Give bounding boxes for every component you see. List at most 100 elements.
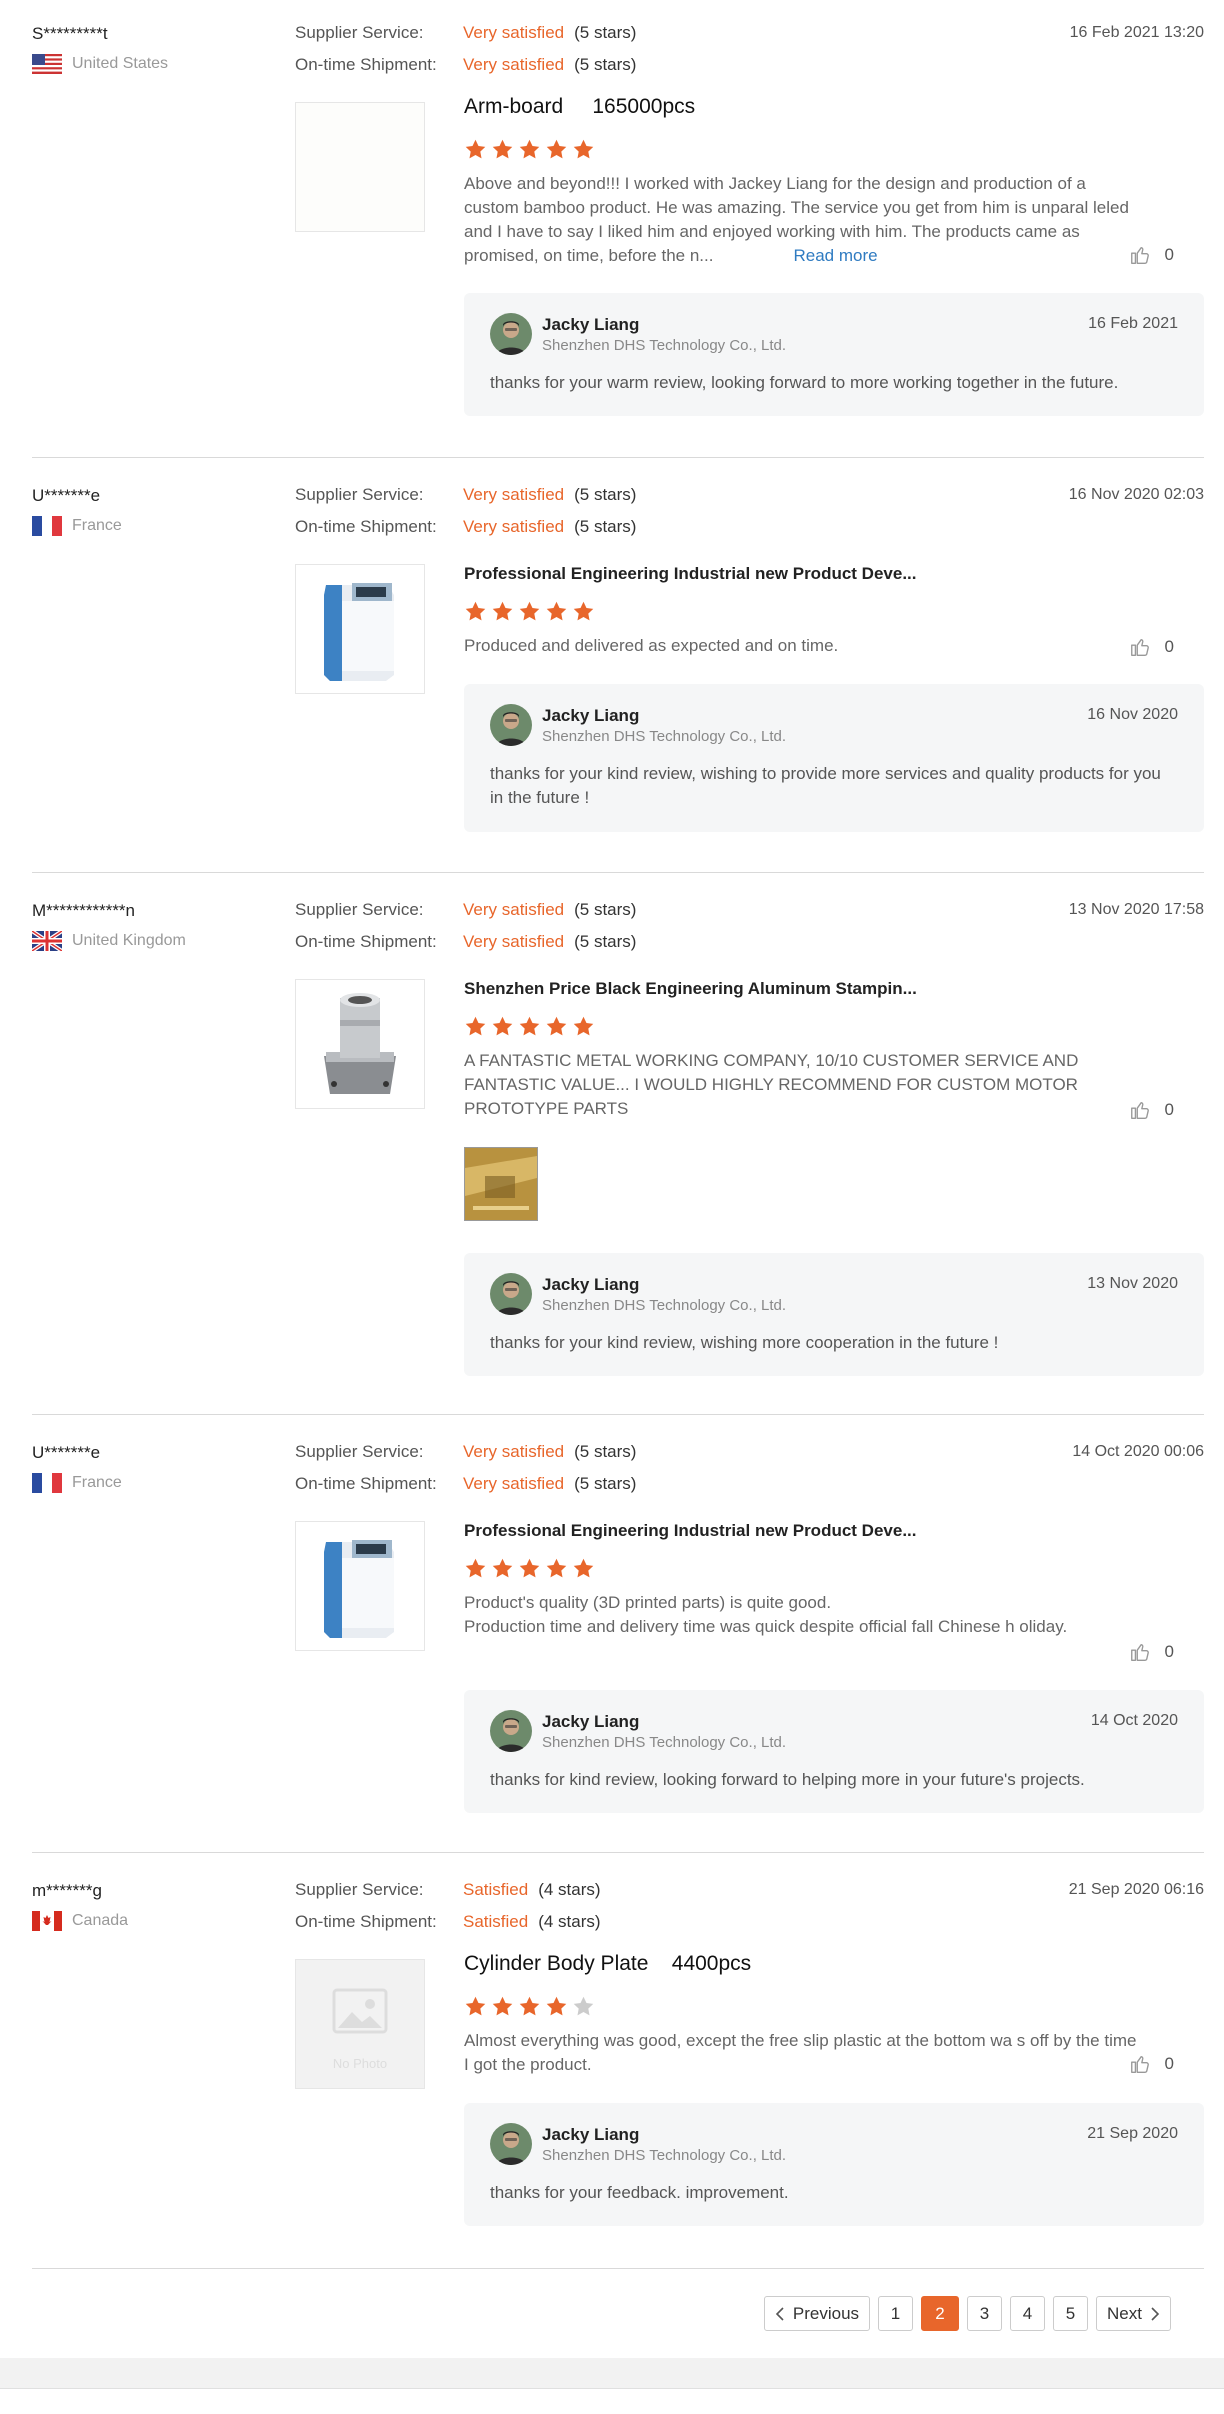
reply-author: Jacky Liang bbox=[542, 315, 640, 334]
page-button-5[interactable]: 5 bbox=[1053, 2296, 1089, 2331]
star-filled-icon bbox=[545, 1015, 568, 1038]
reply-date: 21 Sep 2020 bbox=[1087, 2125, 1178, 2142]
shipment-row: On-time Shipment: Very satisfied (5 star… bbox=[295, 55, 636, 75]
supplier-service-value: Very satisfied bbox=[463, 1442, 565, 1461]
star-filled-icon bbox=[464, 600, 487, 623]
next-label: Next bbox=[1107, 2303, 1142, 2323]
like-button[interactable]: 0 bbox=[1129, 1641, 1174, 1663]
canada-flag-icon bbox=[32, 1911, 62, 1931]
like-count: 0 bbox=[1164, 245, 1174, 264]
shipment-value: Very satisfied bbox=[463, 932, 565, 951]
divider bbox=[32, 872, 1204, 873]
reply-text: thanks for your warm review, looking for… bbox=[490, 373, 1119, 392]
avatar bbox=[490, 1273, 532, 1315]
supplier-service-value: Very satisfied bbox=[463, 900, 565, 919]
reply-author: Jacky Liang bbox=[542, 1712, 640, 1731]
review-text: Almost everything was good, except the f… bbox=[464, 2031, 1137, 2074]
star-filled-icon bbox=[464, 1015, 487, 1038]
supplier-service-label: Supplier Service: bbox=[295, 23, 424, 42]
country-label: France bbox=[72, 1474, 122, 1491]
shipment-value: Very satisfied bbox=[463, 517, 565, 536]
shipment-value: Very satisfied bbox=[463, 55, 565, 74]
supplier-service-stars: (5 stars) bbox=[574, 900, 637, 919]
page-button-4[interactable]: 4 bbox=[1010, 2296, 1046, 2331]
supplier-service-row: Supplier Service: Very satisfied (5 star… bbox=[295, 23, 636, 43]
next-page-button[interactable]: Next bbox=[1096, 2296, 1171, 2331]
page-button-3[interactable]: 3 bbox=[967, 2296, 1003, 2331]
like-button[interactable]: 0 bbox=[1129, 244, 1174, 266]
reply-date: 16 Feb 2021 bbox=[1088, 315, 1178, 332]
aluminum-part-image bbox=[296, 980, 424, 1108]
star-filled-icon bbox=[464, 138, 487, 161]
avatar bbox=[490, 704, 532, 746]
supplier-service-label: Supplier Service: bbox=[295, 900, 424, 919]
rating-stars bbox=[464, 1557, 595, 1580]
divider bbox=[32, 457, 1204, 458]
reply-company: Shenzhen DHS Technology Co., Ltd. bbox=[542, 2147, 787, 2164]
page-button-1[interactable]: 1 bbox=[878, 2296, 914, 2331]
product-title[interactable]: Professional Engineering Industrial new … bbox=[464, 564, 916, 584]
like-count: 0 bbox=[1164, 637, 1174, 656]
us-flag-icon bbox=[32, 54, 62, 74]
product-thumbnail[interactable] bbox=[295, 564, 425, 694]
rating-stars bbox=[464, 600, 595, 623]
star-filled-icon bbox=[572, 138, 595, 161]
supplier-service-stars: (5 stars) bbox=[574, 485, 637, 504]
page-button-2[interactable]: 2 bbox=[921, 2296, 960, 2331]
like-button[interactable]: 0 bbox=[1129, 1099, 1174, 1121]
star-filled-icon bbox=[572, 1557, 595, 1580]
chevron-right-icon bbox=[1151, 2306, 1160, 2321]
supplier-service-label: Supplier Service: bbox=[295, 485, 424, 504]
product-thumbnail[interactable] bbox=[295, 979, 425, 1109]
previous-page-button[interactable]: Previous bbox=[763, 2296, 871, 2331]
like-button[interactable]: 0 bbox=[1129, 2053, 1174, 2075]
avatar bbox=[490, 313, 532, 355]
product-thumbnail[interactable] bbox=[295, 1521, 425, 1651]
supplier-service-stars: (4 stars) bbox=[538, 1880, 601, 1899]
shipment-label: On-time Shipment: bbox=[295, 517, 437, 536]
supplier-reply: Jacky Liang Shenzhen DHS Technology Co.,… bbox=[464, 2103, 1204, 2226]
footer-band bbox=[0, 2358, 1224, 2389]
country-label: France bbox=[72, 517, 122, 534]
product-title[interactable]: Professional Engineering Industrial new … bbox=[464, 1521, 916, 1541]
like-count: 0 bbox=[1164, 2054, 1174, 2073]
reviewer-country: United Kingdom bbox=[32, 931, 186, 951]
divider bbox=[32, 2268, 1204, 2269]
review-date: 21 Sep 2020 06:16 bbox=[1068, 1881, 1204, 1898]
printer-device-image bbox=[296, 1522, 424, 1650]
like-count: 0 bbox=[1164, 1100, 1174, 1119]
supplier-service-stars: (5 stars) bbox=[574, 1442, 637, 1461]
shipment-stars: (5 stars) bbox=[574, 55, 637, 74]
product-thumbnail[interactable] bbox=[295, 102, 425, 232]
product-thumbnail[interactable]: No Photo bbox=[295, 1959, 425, 2089]
shipment-row: On-time Shipment: Very satisfied (5 star… bbox=[295, 932, 636, 952]
star-filled-icon bbox=[545, 600, 568, 623]
supplier-service-row: Supplier Service: Very satisfied (5 star… bbox=[295, 900, 636, 920]
uk-flag-icon bbox=[32, 931, 62, 951]
read-more-link[interactable]: Read more bbox=[793, 246, 877, 265]
reply-date: 14 Oct 2020 bbox=[1090, 1712, 1178, 1729]
chevron-left-icon bbox=[775, 2306, 784, 2321]
france-flag-icon bbox=[32, 1473, 62, 1493]
reply-text: thanks for your kind review, wishing to … bbox=[490, 764, 1161, 807]
reviewer-name: m*******g bbox=[32, 1881, 102, 1900]
product-title[interactable]: Arm-board 165000pcs bbox=[464, 95, 695, 119]
star-filled-icon bbox=[491, 138, 514, 161]
country-label: United Kingdom bbox=[72, 932, 186, 949]
review-attachment-image[interactable] bbox=[464, 1147, 538, 1221]
product-title[interactable]: Shenzhen Price Black Engineering Aluminu… bbox=[464, 979, 917, 999]
star-filled-icon bbox=[518, 1995, 541, 2018]
reviewer-name: M************n bbox=[32, 901, 136, 920]
like-count: 0 bbox=[1164, 1642, 1174, 1661]
review-text: A FANTASTIC METAL WORKING COMPANY, 10/10… bbox=[464, 1051, 1079, 1118]
star-filled-icon bbox=[518, 1557, 541, 1580]
product-title[interactable]: Cylinder Body Plate 4400pcs bbox=[464, 1952, 751, 1976]
divider bbox=[32, 1414, 1204, 1415]
star-filled-icon bbox=[572, 600, 595, 623]
like-button[interactable]: 0 bbox=[1129, 636, 1174, 658]
reply-author: Jacky Liang bbox=[542, 1275, 640, 1294]
star-filled-icon bbox=[545, 1557, 568, 1580]
shipment-label: On-time Shipment: bbox=[295, 1474, 437, 1493]
shipment-label: On-time Shipment: bbox=[295, 55, 437, 74]
thumbs-up-icon bbox=[1129, 1099, 1151, 1121]
